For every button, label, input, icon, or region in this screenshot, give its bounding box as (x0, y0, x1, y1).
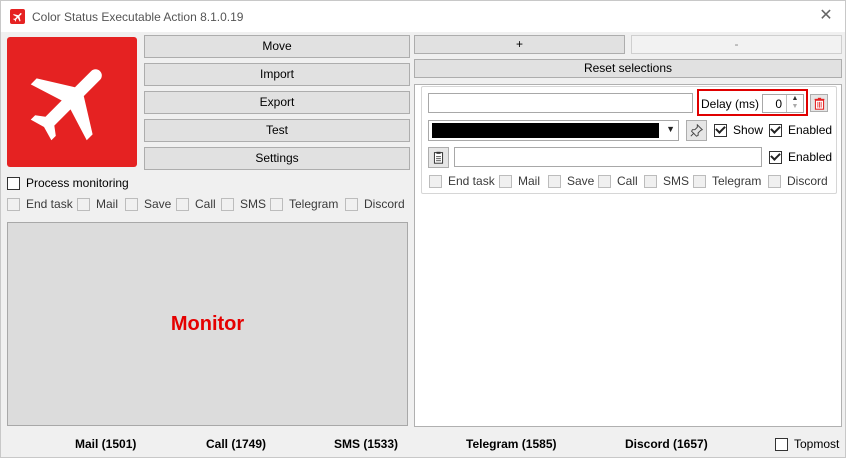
show-checkbox[interactable]: Show (714, 123, 763, 137)
settings-button[interactable]: Settings (144, 147, 410, 170)
action-option-end-task[interactable]: End task (429, 174, 495, 188)
add-button[interactable]: + (414, 35, 625, 54)
left-option-end-task[interactable]: End task (7, 197, 73, 211)
enabled-checkbox[interactable]: Enabled (769, 123, 832, 137)
action-option-mail[interactable]: Mail (499, 174, 540, 188)
process-monitoring-checkbox[interactable]: Process monitoring (7, 176, 129, 190)
title-bar: Color Status Executable Action 8.1.0.19 … (1, 1, 845, 32)
app-window: Color Status Executable Action 8.1.0.19 … (0, 0, 846, 458)
show-label: Show (733, 123, 764, 137)
export-button[interactable]: Export (144, 91, 410, 114)
status-sms: SMS (1533) (334, 437, 399, 451)
remove-button[interactable]: - (631, 35, 842, 54)
close-icon[interactable]: ✕ (815, 5, 837, 27)
left-option-mail[interactable]: Mail (77, 197, 118, 211)
delay-label: Delay (ms) (701, 97, 760, 111)
delay-value: 0 (775, 97, 782, 111)
color-select[interactable]: ▼ (428, 120, 679, 141)
stepper-up-icon[interactable]: ▲ (787, 95, 803, 103)
test-button[interactable]: Test (144, 119, 410, 142)
import-button[interactable]: Import (144, 63, 410, 86)
action-option-call[interactable]: Call (598, 174, 638, 188)
topmost-label: Topmost (794, 437, 840, 451)
action-option-save[interactable]: Save (548, 174, 594, 188)
action-option-discord[interactable]: Discord (768, 174, 828, 188)
left-option-call[interactable]: Call (176, 197, 216, 211)
move-button[interactable]: Move (144, 35, 410, 58)
reset-selections-button[interactable]: Reset selections (414, 59, 842, 78)
status-mail: Mail (1501) (75, 437, 137, 451)
monitor-label: Monitor (170, 312, 245, 335)
status-call: Call (1749) (206, 437, 267, 451)
action-path-input[interactable] (428, 93, 693, 113)
pin-icon[interactable] (686, 120, 707, 141)
clipboard-icon[interactable] (428, 147, 449, 168)
status-discord: Discord (1657) (625, 437, 708, 451)
enabled-label: Enabled (788, 123, 833, 137)
left-option-telegram[interactable]: Telegram (270, 197, 338, 211)
left-option-sms[interactable]: SMS (221, 197, 266, 211)
message-input[interactable] (454, 147, 762, 167)
chevron-down-icon: ▼ (666, 124, 675, 134)
stepper-down-icon[interactable]: ▼ (787, 103, 803, 111)
color-swatch (432, 123, 659, 138)
status-telegram: Telegram (1585) (466, 437, 557, 451)
window-title: Color Status Executable Action 8.1.0.19 (32, 10, 244, 24)
enabled2-checkbox[interactable]: Enabled (769, 150, 832, 164)
delay-stepper[interactable]: 0 ▲ ▼ (762, 94, 804, 113)
topmost-checkbox[interactable]: Topmost (775, 437, 839, 451)
action-option-sms[interactable]: SMS (644, 174, 689, 188)
left-option-discord[interactable]: Discord (345, 197, 405, 211)
left-option-save[interactable]: Save (125, 197, 171, 211)
airplane-logo (7, 37, 137, 167)
action-option-telegram[interactable]: Telegram (693, 174, 761, 188)
airplane-icon (10, 9, 25, 24)
enabled2-label: Enabled (788, 150, 833, 164)
process-monitoring-label: Process monitoring (26, 176, 129, 190)
trash-icon[interactable] (810, 94, 828, 112)
monitor-area[interactable]: Monitor (7, 222, 408, 426)
